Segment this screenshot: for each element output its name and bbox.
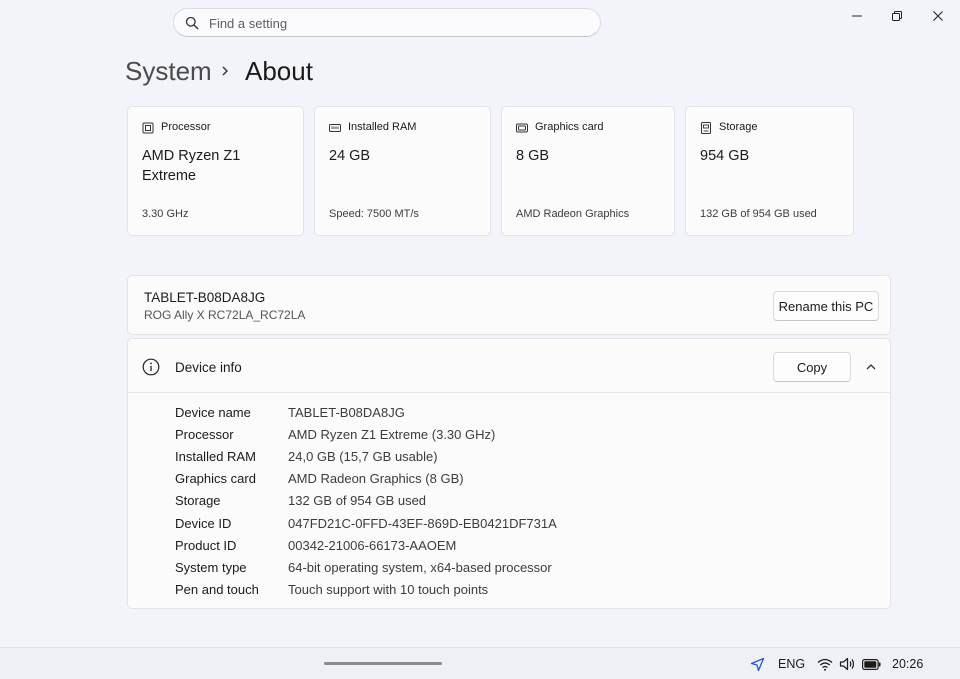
- minimize-button[interactable]: [841, 4, 873, 28]
- table-row: Storage 132 GB of 954 GB used: [175, 490, 557, 512]
- minimize-icon: [852, 15, 862, 17]
- graphics-card-icon: [516, 123, 528, 133]
- spec-subtext: 132 GB of 954 GB used: [700, 208, 817, 220]
- spec-card-processor: Processor AMD Ryzen Z1 Extreme 3.30 GHz: [127, 106, 304, 236]
- chevron-up-icon[interactable]: [865, 362, 877, 372]
- row-value: 64-bit operating system, x64-based proce…: [288, 559, 552, 575]
- volume-button[interactable]: [838, 654, 856, 674]
- row-key: Storage: [175, 493, 221, 509]
- spec-card-graphics: Graphics card 8 GB AMD Radeon Graphics: [501, 106, 675, 236]
- copy-button[interactable]: Copy: [773, 352, 851, 382]
- table-row: Processor AMD Ryzen Z1 Extreme (3.30 GHz): [175, 423, 557, 445]
- rename-pc-button[interactable]: Rename this PC: [773, 291, 879, 321]
- row-key: Device name: [175, 404, 251, 420]
- row-value: AMD Radeon Graphics (8 GB): [288, 471, 464, 487]
- spec-subtext: Speed: 7500 MT/s: [329, 208, 419, 220]
- search-input[interactable]: [209, 12, 589, 34]
- row-value: Touch support with 10 touch points: [288, 582, 489, 598]
- processor-icon: [142, 122, 154, 134]
- spec-label: Installed RAM: [348, 121, 417, 133]
- row-key: Processor: [175, 426, 234, 442]
- device-info-panel: Device info Copy Device name TABLET-B08DA…: [127, 338, 891, 609]
- spec-card-storage: Storage 954 GB 132 GB of 954 GB used: [685, 106, 854, 236]
- pc-model: ROG Ally X RC72LA_RC72LA: [144, 308, 306, 322]
- spec-label: Storage: [719, 121, 758, 133]
- spec-value: 954 GB: [700, 148, 750, 164]
- location-button[interactable]: [748, 654, 766, 674]
- row-key: Installed RAM: [175, 448, 256, 464]
- row-key: Device ID: [175, 515, 232, 531]
- restore-icon: [892, 11, 902, 21]
- device-info-header[interactable]: Device info Copy: [128, 339, 890, 393]
- language-indicator[interactable]: ENG: [778, 654, 805, 674]
- volume-icon: [839, 657, 854, 671]
- row-value: 132 GB of 954 GB used: [288, 493, 427, 509]
- chevron-right-icon: [222, 66, 228, 76]
- breadcrumb-system[interactable]: System: [125, 56, 212, 87]
- ram-icon: [329, 124, 341, 132]
- pc-name: TABLET-B08DA8JG: [144, 290, 266, 305]
- info-icon: [142, 358, 160, 376]
- device-info-title: Device info: [175, 360, 242, 375]
- row-value: 24,0 GB (15,7 GB usable): [288, 448, 438, 464]
- battery-icon: [861, 658, 880, 670]
- row-key: Product ID: [175, 537, 237, 553]
- battery-button[interactable]: [861, 654, 881, 674]
- close-icon: [933, 11, 943, 21]
- spec-value: 24 GB: [329, 148, 371, 164]
- row-value: AMD Ryzen Z1 Extreme (3.30 GHz): [288, 426, 496, 442]
- table-row: Product ID 00342-21006-66173-AAOEM: [175, 534, 557, 556]
- location-icon: [750, 657, 764, 671]
- table-row: Graphics card AMD Radeon Graphics (8 GB): [175, 468, 557, 490]
- spec-value: AMD Ryzen Z1 Extreme: [142, 148, 241, 184]
- close-button[interactable]: [922, 4, 954, 28]
- row-value: TABLET-B08DA8JG: [288, 404, 405, 420]
- table-row: Pen and touch Touch support with 10 touch…: [175, 579, 557, 601]
- restore-button[interactable]: [881, 4, 913, 28]
- spec-label: Processor: [161, 121, 211, 133]
- spec-card-ram: Installed RAM 24 GB Speed: 7500 MT/s: [314, 106, 491, 236]
- table-row: Device name TABLET-B08DA8JG: [175, 401, 557, 423]
- row-key: System type: [175, 559, 247, 575]
- taskbar: ENG 20:26: [0, 647, 960, 679]
- spec-label: Graphics card: [535, 121, 604, 133]
- search-box[interactable]: [173, 8, 601, 37]
- row-value: 047FD21C-0FFD-43EF-869D-EB0421DF731A: [288, 515, 557, 531]
- page-title: About: [245, 56, 313, 86]
- row-key: Pen and touch: [175, 582, 259, 598]
- storage-icon: [701, 122, 711, 134]
- wifi-button[interactable]: [816, 654, 834, 674]
- row-value: 00342-21006-66173-AAOEM: [288, 537, 457, 553]
- row-key: Graphics card: [175, 471, 256, 487]
- pc-name-panel: TABLET-B08DA8JG ROG Ally X RC72LA_RC72LA…: [127, 275, 891, 335]
- spec-subtext: AMD Radeon Graphics: [516, 208, 630, 220]
- table-row: System type 64-bit operating system, x64-…: [175, 556, 557, 578]
- gesture-handle[interactable]: [324, 662, 442, 665]
- table-row: Installed RAM 24,0 GB (15,7 GB usable): [175, 445, 557, 467]
- spec-value: 8 GB: [516, 148, 550, 164]
- spec-subtext: 3.30 GHz: [142, 208, 189, 220]
- clock[interactable]: 20:26: [892, 654, 923, 674]
- settings-window: System About Processor AMD Ryzen Z1 Extr…: [0, 0, 960, 647]
- table-row: Device ID 047FD21C-0FFD-43EF-869D-EB0421D…: [175, 512, 557, 534]
- device-info-rows: Device name TABLET-B08DA8JG Processor AMD …: [175, 401, 557, 601]
- wifi-icon: [817, 658, 833, 671]
- search-icon: [185, 16, 199, 30]
